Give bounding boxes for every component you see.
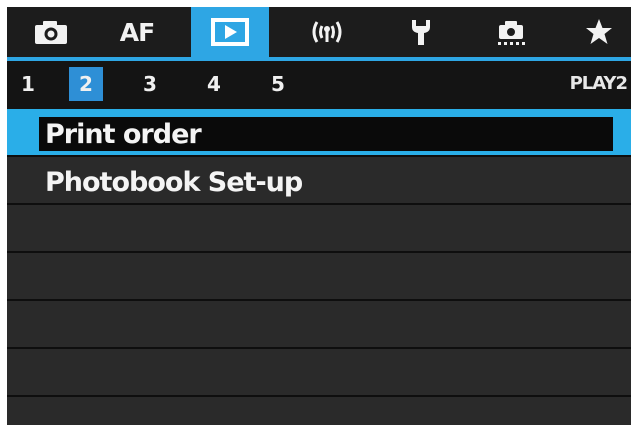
page-tab-1[interactable]: 1 — [11, 67, 45, 101]
page-tab-2[interactable]: 2 — [69, 67, 103, 101]
menu-item-print-order[interactable]: Print order — [7, 109, 631, 157]
page-tab-5-label: 5 — [271, 72, 285, 96]
tab-shooting[interactable] — [21, 7, 81, 57]
menu-item-photobook-setup[interactable]: Photobook Set-up — [7, 157, 631, 205]
menu-item-empty — [7, 301, 631, 349]
page-tab-4-label: 4 — [207, 72, 221, 96]
page-label: PLAY2 — [569, 73, 628, 94]
menu-item-highlight: Print order — [39, 117, 613, 151]
tab-my-menu[interactable] — [571, 7, 627, 57]
page-tab-5[interactable]: 5 — [261, 67, 295, 101]
tab-af-label: AF — [119, 17, 155, 47]
playback-icon — [210, 17, 250, 47]
tab-playback[interactable] — [191, 7, 269, 57]
menu-item-label: Photobook Set-up — [45, 166, 303, 198]
tab-setup[interactable] — [391, 7, 451, 57]
custom-functions-icon — [494, 17, 528, 47]
page-tab-1-label: 1 — [21, 72, 35, 96]
menu-item-empty — [7, 349, 631, 397]
menu-item-label: Print order — [45, 118, 202, 150]
page-tab-2-label: 2 — [79, 72, 93, 96]
page-tab-bar: 1 2 3 4 5 PLAY2 — [7, 61, 631, 109]
menu-item-empty — [7, 205, 631, 253]
page-tab-3[interactable]: 3 — [133, 67, 167, 101]
camera-menu-screen: AF 1 2 3 4 5 PLAY2 Print order Photobook… — [7, 7, 631, 425]
star-icon — [584, 17, 614, 47]
wireless-icon — [309, 18, 345, 46]
main-tab-bar: AF — [7, 7, 631, 57]
tab-wireless[interactable] — [297, 7, 357, 57]
camera-icon — [33, 19, 69, 45]
tab-custom-functions[interactable] — [481, 7, 541, 57]
page-tab-3-label: 3 — [143, 72, 157, 96]
menu-list: Print order Photobook Set-up — [7, 109, 631, 425]
menu-item-empty — [7, 397, 631, 425]
wrench-icon — [406, 17, 436, 47]
page-tab-4[interactable]: 4 — [197, 67, 231, 101]
menu-item-empty — [7, 253, 631, 301]
tab-af[interactable]: AF — [105, 7, 169, 57]
